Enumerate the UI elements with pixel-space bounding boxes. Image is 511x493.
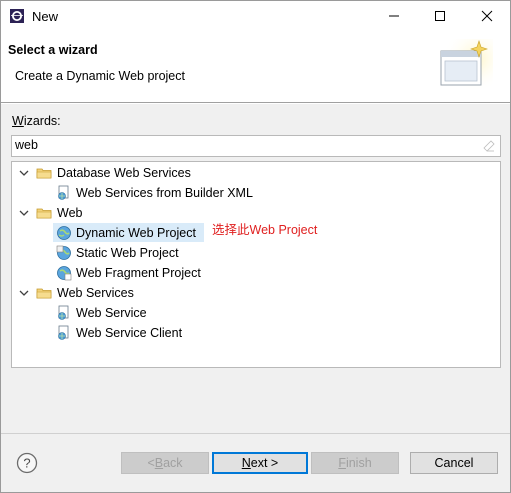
wizard-filter-input[interactable]: web — [11, 135, 501, 157]
minimize-button[interactable] — [371, 1, 417, 31]
tree-group-database-web-services[interactable]: Database Web Services — [57, 166, 191, 180]
dynamic-web-project-icon — [57, 226, 71, 240]
folder-icon — [36, 288, 52, 299]
filter-value: web — [15, 138, 38, 152]
web-service-client-icon — [58, 325, 69, 340]
web-service-icon — [58, 305, 69, 320]
web-fragment-project-icon — [57, 266, 72, 281]
footer-separator — [1, 433, 510, 434]
minimize-icon — [389, 15, 399, 17]
maximize-button[interactable] — [417, 1, 463, 31]
tree-item-web-service-client[interactable]: Web Service Client — [76, 326, 182, 340]
chevron-down-icon[interactable] — [19, 208, 29, 218]
banner-separator — [1, 102, 510, 104]
tree-item-dynamic-web-project[interactable]: Dynamic Web Project — [76, 226, 196, 240]
tree-item-static-web-project[interactable]: Static Web Project — [76, 246, 179, 260]
chevron-down-icon[interactable] — [19, 288, 29, 298]
tree-item-web-service[interactable]: Web Service — [76, 306, 147, 320]
new-wizard-dialog: New Select a wizard Create a Dynamic Web… — [0, 0, 511, 493]
wizard-tree[interactable]: Database Web Services Web Services from … — [11, 161, 501, 368]
finish-button[interactable]: Finish — [311, 452, 399, 474]
folder-icon — [36, 208, 52, 219]
tree-item-web-fragment-project[interactable]: Web Fragment Project — [76, 266, 201, 280]
chevron-down-icon[interactable] — [19, 168, 29, 178]
banner-description: Create a Dynamic Web project — [15, 69, 185, 83]
tree-group-web-services[interactable]: Web Services — [57, 286, 134, 300]
window-title: New — [32, 9, 59, 24]
clear-filter-icon[interactable] — [483, 139, 495, 152]
folder-icon — [36, 168, 52, 179]
static-web-project-icon — [56, 245, 71, 260]
tree-item-web-services-from-builder-xml[interactable]: Web Services from Builder XML — [76, 186, 253, 200]
next-button[interactable]: Next > — [212, 452, 308, 474]
maximize-icon — [435, 11, 445, 21]
cancel-button[interactable]: Cancel — [410, 452, 498, 474]
wizard-banner: Select a wizard Create a Dynamic Web pro… — [1, 31, 510, 103]
banner-title: Select a wizard — [8, 43, 98, 57]
annotation-note: 选择此Web Project — [212, 223, 318, 237]
tree-group-web[interactable]: Web — [57, 206, 82, 220]
title-bar[interactable]: New — [1, 1, 510, 31]
eclipse-app-icon — [10, 9, 24, 23]
new-wizard-banner-icon — [437, 39, 493, 95]
back-button[interactable]: < Back — [121, 452, 209, 474]
svg-text:?: ? — [23, 456, 30, 471]
help-icon[interactable]: ? — [16, 452, 38, 474]
close-icon — [481, 10, 493, 22]
close-button[interactable] — [464, 1, 510, 31]
web-service-icon — [58, 185, 69, 200]
wizards-label: Wizards: — [12, 114, 61, 128]
